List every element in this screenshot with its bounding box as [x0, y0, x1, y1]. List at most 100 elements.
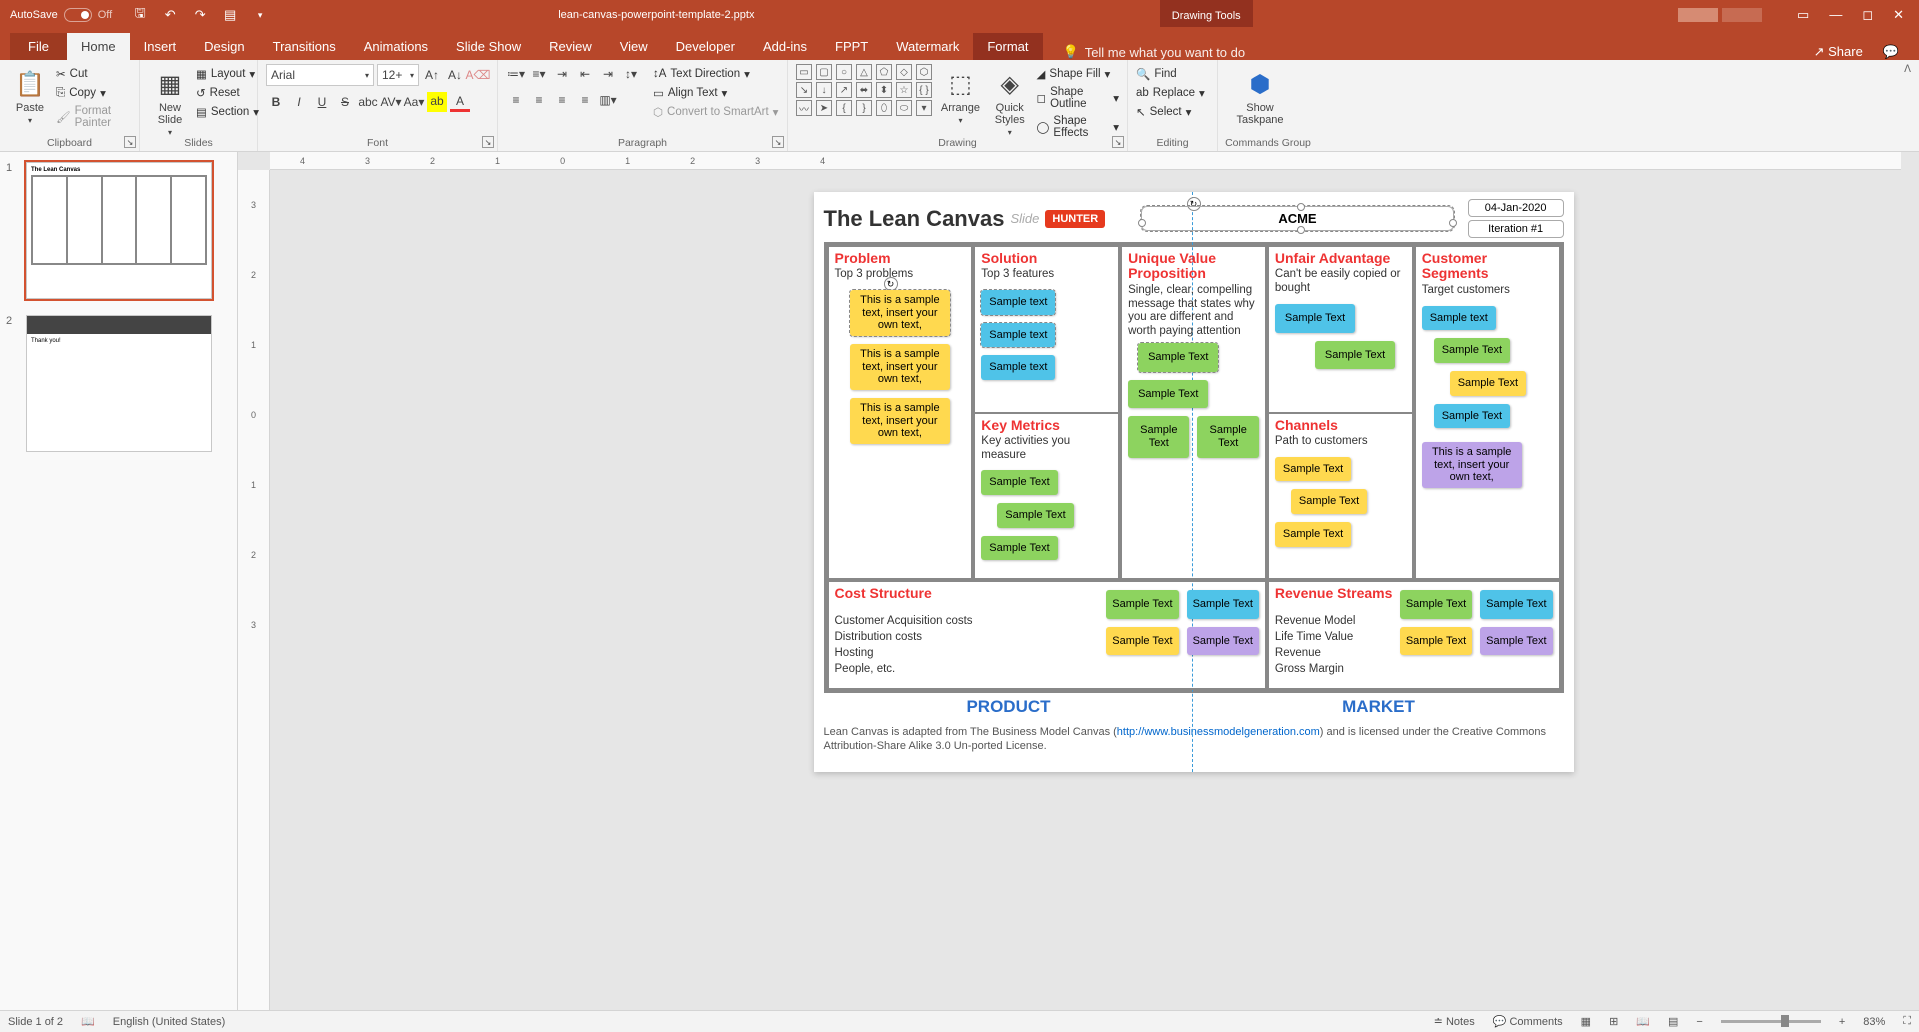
change-case-icon[interactable]: Aa▾ — [404, 92, 424, 112]
tab-file[interactable]: File — [10, 33, 67, 60]
cut-button[interactable]: ✂Cut — [56, 66, 131, 82]
undo-icon[interactable]: ↶ — [162, 7, 178, 23]
revenue-streams-cell[interactable]: Revenue Streams Revenue Model Life Time … — [1267, 580, 1561, 690]
tab-home[interactable]: Home — [67, 33, 130, 60]
tab-fppt[interactable]: FPPT — [821, 33, 882, 60]
paste-button[interactable]: 📋 Paste▾ — [8, 64, 52, 129]
customer-segments-cell[interactable]: Customer Segments Target customers Sampl… — [1414, 245, 1561, 580]
tab-format[interactable]: Format — [973, 33, 1042, 60]
reading-view-icon[interactable]: 📖 — [1636, 1015, 1650, 1028]
sticky-note[interactable]: This is a sample text, insert your own t… — [850, 344, 950, 390]
grow-font-icon[interactable]: A↑ — [422, 65, 442, 85]
tab-view[interactable]: View — [606, 33, 662, 60]
copy-button[interactable]: ⎘Copy ▾ — [56, 85, 131, 101]
show-taskpane-button[interactable]: ⬢ Show Taskpane — [1226, 64, 1294, 130]
reset-button[interactable]: ↺Reset — [196, 85, 259, 101]
sticky-note[interactable]: Sample Text — [1480, 627, 1552, 656]
sticky-note[interactable]: Sample Text — [1187, 590, 1259, 619]
section-button[interactable]: ▤Section ▾ — [196, 104, 259, 120]
char-spacing-icon[interactable]: AV▾ — [381, 92, 401, 112]
align-right-icon[interactable]: ≡ — [552, 90, 572, 110]
shape-gallery[interactable]: ▭▢○△⬠◇⬡ ↘↓↗⬌⬍☆{ } 〰➤{}⬯⬭▾ — [796, 64, 934, 116]
start-from-beginning-icon[interactable]: ▤ — [222, 7, 238, 23]
language-indicator[interactable]: English (United States) — [113, 1016, 226, 1028]
collapse-ribbon-icon[interactable]: ᐱ — [1896, 60, 1919, 151]
sticky-note[interactable]: Sample Text — [1275, 457, 1351, 482]
shape-outline-button[interactable]: ◻Shape Outline ▾ — [1037, 85, 1119, 111]
text-direction-button[interactable]: ↕AText Direction ▾ — [653, 66, 778, 82]
sticky-note[interactable]: Sample Text — [1106, 627, 1178, 656]
sticky-note[interactable]: Sample Text — [981, 470, 1057, 495]
slide-title[interactable]: The Lean Canvas — [824, 206, 1005, 232]
cost-structure-cell[interactable]: Cost Structure Customer Acquisition cost… — [827, 580, 1267, 690]
sticky-note[interactable]: Sample Text — [981, 536, 1057, 561]
zoom-out-icon[interactable]: − — [1696, 1016, 1702, 1028]
zoom-in-icon[interactable]: + — [1839, 1016, 1845, 1028]
layout-button[interactable]: ▦Layout ▾ — [196, 66, 259, 82]
find-button[interactable]: 🔍Find — [1136, 66, 1205, 82]
tab-transitions[interactable]: Transitions — [259, 33, 350, 60]
increase-indent-icon[interactable]: ⇥ — [598, 64, 618, 84]
ribbon-display-icon[interactable]: ▭ — [1797, 7, 1809, 23]
minimize-icon[interactable]: — — [1829, 7, 1842, 23]
tell-me-search[interactable]: 💡 Tell me what you want to do — [1043, 44, 1794, 60]
sticky-note[interactable]: Sample Text — [1138, 343, 1218, 372]
highlight-icon[interactable]: ab — [427, 92, 447, 112]
strikethrough-icon[interactable]: S — [335, 92, 355, 112]
slide-thumbnail-2[interactable]: Thank you! — [26, 315, 212, 452]
sticky-note[interactable]: This is a sample text, insert your own t… — [1422, 442, 1522, 488]
align-text-button[interactable]: ▭Align Text ▾ — [653, 85, 778, 101]
tab-addins[interactable]: Add-ins — [749, 33, 821, 60]
sticky-note[interactable]: Sample Text — [1480, 590, 1552, 619]
quick-styles-button[interactable]: ◈ Quick Styles▾ — [987, 64, 1033, 141]
sticky-note[interactable]: Sample Text — [1275, 522, 1351, 547]
justify-icon[interactable]: ≡ — [575, 90, 595, 110]
zoom-level[interactable]: 83% — [1863, 1016, 1885, 1028]
tab-slideshow[interactable]: Slide Show — [442, 33, 535, 60]
slide-sorter-icon[interactable]: ⊞ — [1609, 1015, 1618, 1028]
sticky-note[interactable]: Sample Text — [1450, 371, 1526, 396]
slide-counter[interactable]: Slide 1 of 2 — [8, 1016, 63, 1028]
channels-cell[interactable]: Channels Path to customers Sample Text S… — [1269, 414, 1412, 579]
columns-icon[interactable]: ▥▾ — [598, 90, 618, 110]
sticky-note[interactable]: Sample Text — [1400, 627, 1472, 656]
user-account[interactable] — [1658, 8, 1782, 22]
comments-button[interactable]: 💬 Comments — [1493, 1015, 1563, 1028]
sticky-note[interactable]: Sample text — [981, 290, 1055, 315]
fit-to-window-icon[interactable]: ⛶ — [1903, 1015, 1911, 1028]
sticky-note[interactable]: Sample Text — [1434, 404, 1510, 429]
font-color-icon[interactable]: A — [450, 92, 470, 112]
smartart-button[interactable]: ⬡Convert to SmartArt ▾ — [653, 104, 778, 120]
problem-cell[interactable]: Problem Top 3 problems This is a sample … — [827, 245, 974, 580]
slide-editor[interactable]: 432101234 3210123 ↻ ↻ ↻ The Lean Canvas … — [238, 152, 1919, 1010]
format-painter-button[interactable]: 🖌Format Painter — [56, 104, 131, 130]
sticky-note[interactable]: This is a sample text, insert your own t… — [850, 398, 950, 444]
sticky-note[interactable]: Sample Text — [1128, 416, 1189, 457]
tab-insert[interactable]: Insert — [130, 33, 191, 60]
redo-icon[interactable]: ↷ — [192, 7, 208, 23]
slide-thumbnail-1[interactable]: The Lean Canvas — [26, 162, 212, 299]
autosave-toggle[interactable]: AutoSave Off — [0, 8, 122, 22]
sticky-note[interactable]: Sample Text — [1315, 341, 1395, 370]
sticky-note[interactable]: This is a sample text, insert your own t… — [850, 290, 950, 336]
date-box[interactable]: 04-Jan-2020 — [1468, 199, 1564, 217]
list-level-icon[interactable]: ⇥ — [552, 64, 572, 84]
sticky-note[interactable]: Sample text — [1422, 306, 1496, 331]
zoom-slider[interactable] — [1721, 1020, 1821, 1023]
sticky-note[interactable]: Sample Text — [1197, 416, 1258, 457]
line-spacing-icon[interactable]: ↕▾ — [621, 64, 641, 84]
close-icon[interactable]: ✕ — [1893, 7, 1904, 23]
italic-icon[interactable]: I — [289, 92, 309, 112]
decrease-indent-icon[interactable]: ⇤ — [575, 64, 595, 84]
sticky-note[interactable]: Sample Text — [1106, 590, 1178, 619]
tab-watermark[interactable]: Watermark — [882, 33, 973, 60]
slide-thumbnail-panel[interactable]: 1 The Lean Canvas 2 Thank you! — [0, 152, 238, 1010]
clear-formatting-icon[interactable]: A⌫ — [468, 65, 488, 85]
font-name-combo[interactable]: Arial▾ — [266, 64, 374, 86]
tab-review[interactable]: Review — [535, 33, 606, 60]
spellcheck-icon[interactable]: 📖 — [81, 1015, 95, 1028]
notes-button[interactable]: ≐ Notes — [1434, 1015, 1475, 1028]
tab-developer[interactable]: Developer — [662, 33, 749, 60]
sticky-note[interactable]: Sample Text — [1275, 304, 1355, 333]
font-size-combo[interactable]: 12+▾ — [377, 64, 419, 86]
